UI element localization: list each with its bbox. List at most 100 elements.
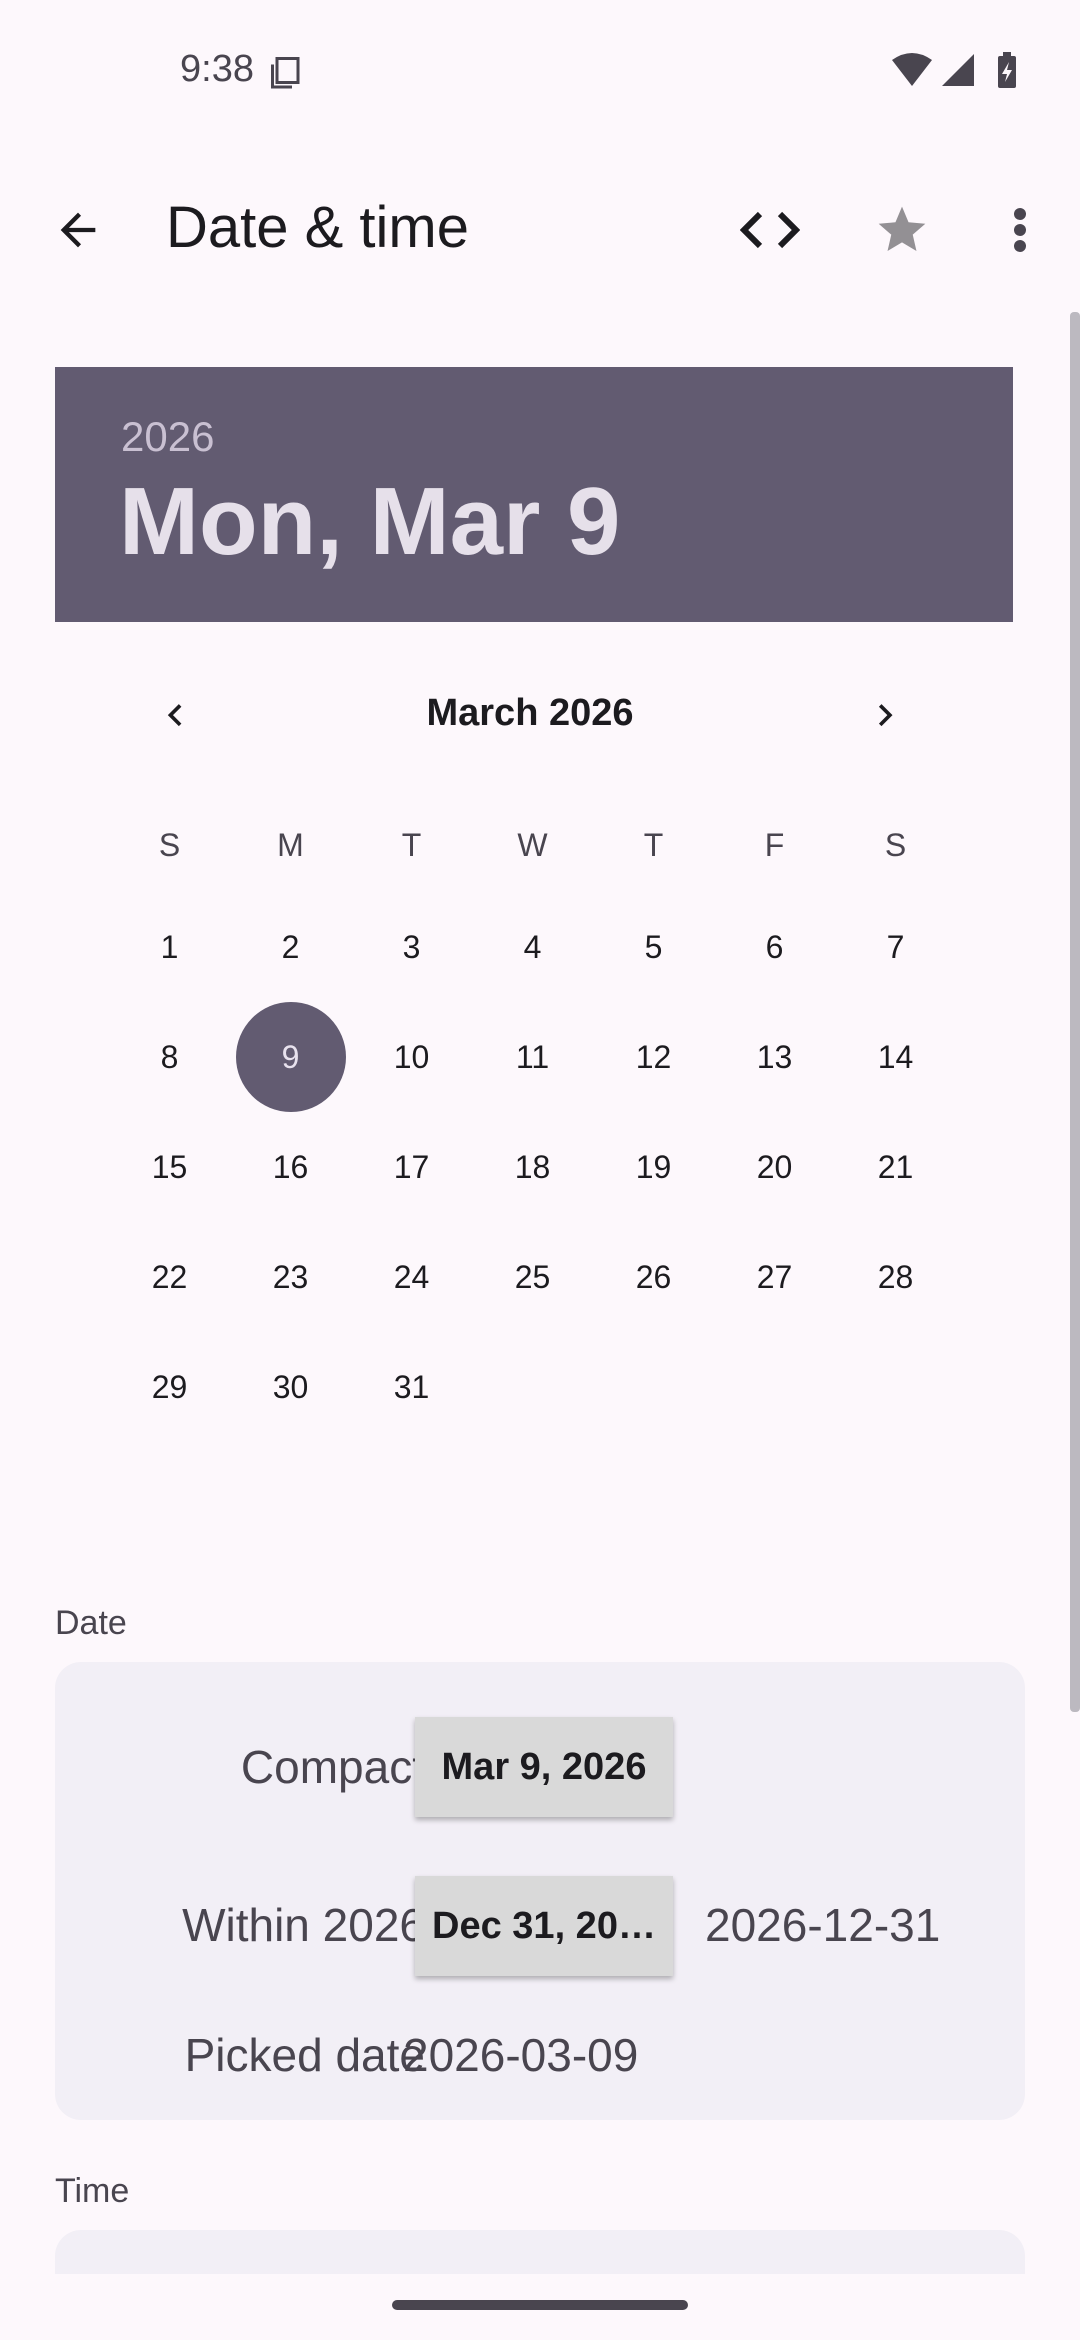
calendar-day-label: 29 bbox=[151, 1368, 188, 1405]
page-title: Date & time bbox=[166, 195, 469, 260]
date-section-label: Date bbox=[55, 1604, 127, 1642]
calendar-day-label: 16 bbox=[272, 1148, 309, 1185]
calendar-day[interactable]: 24 bbox=[351, 1222, 472, 1332]
calendar-day-label: 23 bbox=[272, 1258, 309, 1295]
calendar-day-label: 1 bbox=[160, 928, 179, 965]
calendar-day-label: 3 bbox=[402, 928, 421, 965]
status-icons bbox=[892, 52, 1016, 88]
more-vert-icon bbox=[1014, 208, 1026, 252]
calendar-day-label: 7 bbox=[886, 928, 905, 965]
calendar-day[interactable]: 14 bbox=[835, 1002, 956, 1112]
calendar-day[interactable]: 13 bbox=[714, 1002, 835, 1112]
screenshot-icon bbox=[271, 57, 300, 89]
calendar-day[interactable]: 8 bbox=[109, 1002, 230, 1112]
calendar-day[interactable]: 7 bbox=[835, 892, 956, 1002]
calendar-day[interactable]: 27 bbox=[714, 1222, 835, 1332]
within-date-button[interactable]: Dec 31, 20… bbox=[415, 1876, 673, 1976]
calendar-day[interactable]: 28 bbox=[835, 1222, 956, 1332]
home-indicator[interactable] bbox=[392, 2300, 688, 2310]
header-date: Mon, Mar 9 bbox=[119, 468, 621, 575]
scrollbar[interactable] bbox=[1070, 312, 1080, 1712]
calendar-day-label: 27 bbox=[756, 1258, 793, 1295]
view-code-button[interactable] bbox=[730, 192, 810, 268]
calendar-day-label: 18 bbox=[514, 1148, 551, 1185]
calendar-day[interactable]: 20 bbox=[714, 1112, 835, 1222]
wifi-icon bbox=[892, 53, 932, 86]
calendar-day-label: 8 bbox=[160, 1038, 179, 1075]
calendar-day[interactable]: 30 bbox=[230, 1332, 351, 1442]
calendar-day[interactable]: 4 bbox=[472, 892, 593, 1002]
calendar-day-label: 20 bbox=[756, 1148, 793, 1185]
calendar-day-label: 25 bbox=[514, 1258, 551, 1295]
picked-date-value: 2026-03-09 bbox=[403, 2029, 639, 2081]
status-time: 9:38 bbox=[180, 48, 254, 90]
calendar-day[interactable]: 1 bbox=[109, 892, 230, 1002]
calendar-day[interactable]: 26 bbox=[593, 1222, 714, 1332]
month-label: March 2026 bbox=[426, 692, 634, 734]
calendar-day-label: 21 bbox=[877, 1148, 914, 1185]
calendar-day[interactable]: 29 bbox=[109, 1332, 230, 1442]
calendar-day-label: 26 bbox=[635, 1258, 672, 1295]
calendar-day[interactable]: 21 bbox=[835, 1112, 956, 1222]
calendar-day[interactable]: 22 bbox=[109, 1222, 230, 1332]
within-label: Within 2026 bbox=[182, 1899, 425, 1951]
weekday-label: W bbox=[517, 827, 548, 863]
back-button[interactable] bbox=[40, 192, 116, 268]
calendar-day-label: 17 bbox=[393, 1148, 430, 1185]
calendar-day[interactable]: 17 bbox=[351, 1112, 472, 1222]
code-icon bbox=[740, 211, 800, 249]
weekday-label: S bbox=[884, 827, 907, 863]
status-bar: 9:38 bbox=[0, 0, 1080, 140]
calendar-day[interactable]: 31 bbox=[351, 1332, 472, 1442]
calendar-day[interactable]: 25 bbox=[472, 1222, 593, 1332]
weekday-label: S bbox=[158, 827, 181, 863]
within-date-text: 2026-12-31 bbox=[705, 1899, 941, 1951]
calendar-day-label: 5 bbox=[644, 928, 663, 965]
app-bar: Date & time bbox=[0, 170, 1080, 280]
battery-icon bbox=[998, 52, 1016, 88]
star-icon bbox=[878, 206, 926, 251]
calendar-day[interactable]: 6 bbox=[714, 892, 835, 1002]
favorite-button[interactable] bbox=[862, 192, 942, 268]
calendar-day-label: 22 bbox=[151, 1258, 188, 1295]
chevron-right-icon bbox=[878, 704, 893, 727]
calendar-day[interactable]: 19 bbox=[593, 1112, 714, 1222]
calendar-day-label: 4 bbox=[523, 928, 542, 965]
compact-date-button[interactable]: Mar 9, 2026 bbox=[415, 1717, 673, 1817]
calendar-day[interactable]: 3 bbox=[351, 892, 472, 1002]
date-picker-header: 2026 Mon, Mar 9 bbox=[55, 367, 1013, 622]
calendar-day-label: 19 bbox=[635, 1148, 672, 1185]
calendar-day-label: 10 bbox=[393, 1038, 430, 1075]
arrow-back-icon bbox=[60, 212, 96, 248]
date-card: Compact Mar 9, 2026 Within 2026 Dec 31, … bbox=[55, 1662, 1025, 2120]
calendar-day[interactable]: 5 bbox=[593, 892, 714, 1002]
calendar-day[interactable]: 23 bbox=[230, 1222, 351, 1332]
calendar-day-label: 28 bbox=[877, 1258, 914, 1295]
calendar-day-label: 30 bbox=[272, 1368, 309, 1405]
calendar-day[interactable]: 11 bbox=[472, 1002, 593, 1112]
calendar-day[interactable]: 16 bbox=[230, 1112, 351, 1222]
header-year[interactable]: 2026 bbox=[121, 413, 214, 461]
calendar-day-selected[interactable]: 9 bbox=[230, 1002, 351, 1112]
more-options-button[interactable] bbox=[990, 192, 1050, 268]
calendar-day-label: 6 bbox=[765, 928, 784, 965]
compact-label: Compact bbox=[240, 1741, 425, 1793]
time-section-label: Time bbox=[55, 2172, 130, 2210]
calendar-day[interactable]: 12 bbox=[593, 1002, 714, 1112]
calendar-day[interactable]: 18 bbox=[472, 1112, 593, 1222]
calendar-day-label: 11 bbox=[515, 1038, 550, 1075]
weekday-label: T bbox=[401, 827, 422, 863]
calendar-day-label: 31 bbox=[393, 1368, 430, 1405]
calendar-day-label: 15 bbox=[151, 1148, 188, 1185]
month-navigation: March 2026 bbox=[120, 680, 940, 750]
calendar-day-label: 13 bbox=[756, 1038, 793, 1075]
weekday-label: F bbox=[764, 827, 785, 863]
weekday-label: M bbox=[277, 827, 304, 863]
calendar-day[interactable]: 2 bbox=[230, 892, 351, 1002]
calendar-day-label: 14 bbox=[877, 1038, 914, 1075]
calendar-day[interactable]: 15 bbox=[109, 1112, 230, 1222]
weekday-header: S M T W T F S bbox=[109, 820, 959, 870]
next-month-button[interactable] bbox=[850, 680, 920, 750]
calendar-day-label: 2 bbox=[281, 928, 300, 965]
calendar-day[interactable]: 10 bbox=[351, 1002, 472, 1112]
